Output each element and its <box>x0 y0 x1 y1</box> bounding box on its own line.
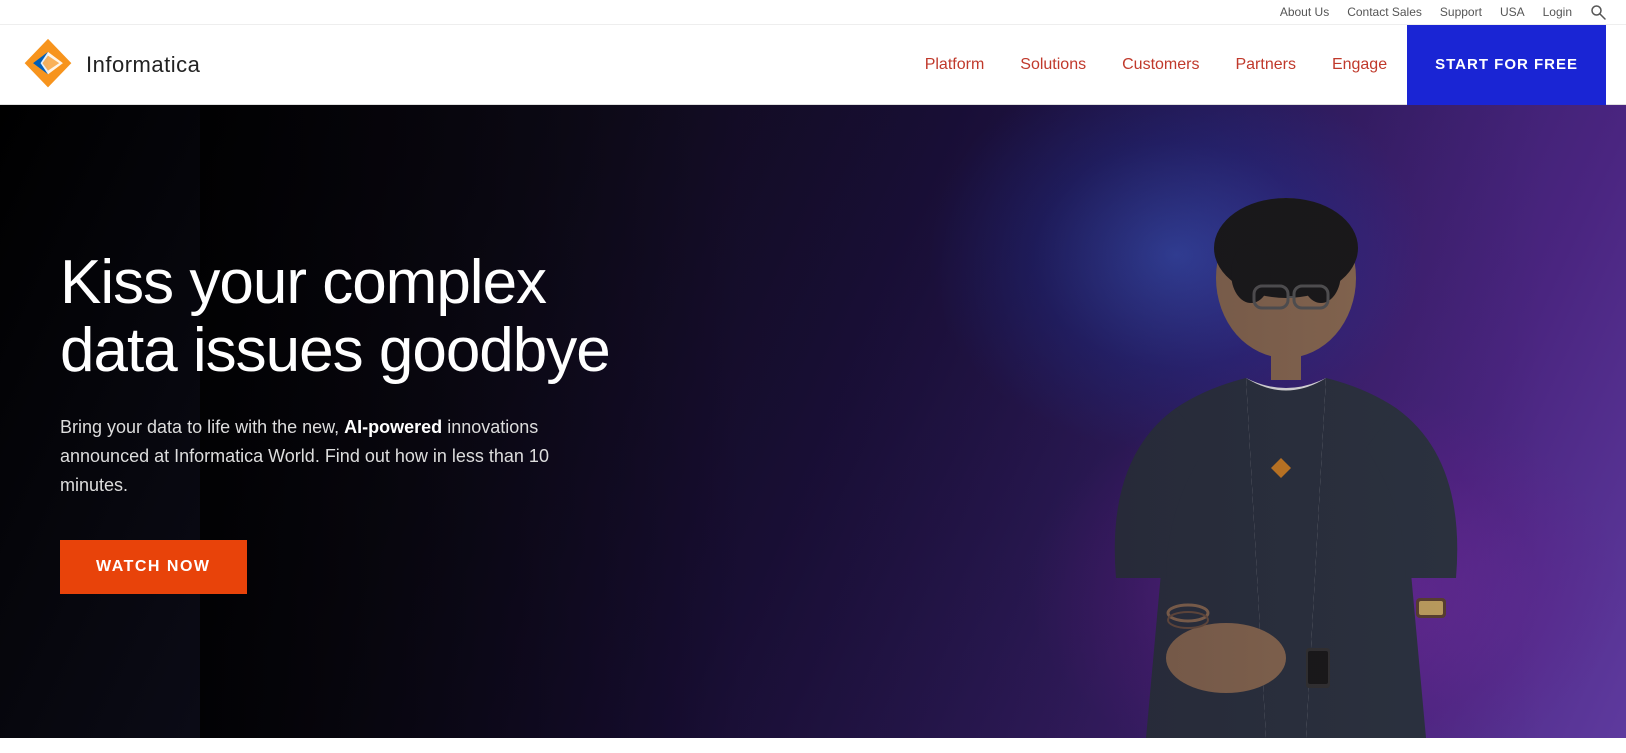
hero-headline: Kiss your complex data issues goodbye <box>60 249 610 385</box>
hero-person-image <box>1026 158 1546 738</box>
logo-area: Informatica <box>20 37 200 93</box>
support-link[interactable]: Support <box>1440 5 1482 19</box>
main-nav: Informatica Platform Solutions Customers… <box>0 25 1626 105</box>
hero-section: Kiss your complex data issues goodbye Br… <box>0 105 1626 738</box>
login-link[interactable]: Login <box>1543 5 1572 19</box>
nav-customers[interactable]: Customers <box>1122 56 1199 74</box>
about-us-link[interactable]: About Us <box>1280 5 1329 19</box>
hero-content: Kiss your complex data issues goodbye Br… <box>0 249 610 594</box>
nav-solutions[interactable]: Solutions <box>1020 56 1086 74</box>
utility-bar: About Us Contact Sales Support USA Login <box>0 0 1626 25</box>
start-for-free-button[interactable]: START FOR FREE <box>1407 25 1606 105</box>
hero-subtext-bold: AI-powered <box>344 417 442 437</box>
logo-text: Informatica <box>86 52 200 78</box>
watch-now-button[interactable]: WATCH NOW <box>60 540 247 594</box>
logo-icon <box>20 37 76 93</box>
nav-platform[interactable]: Platform <box>925 56 985 74</box>
search-icon[interactable] <box>1590 4 1606 20</box>
hero-subtext-prefix: Bring your data to life with the new, <box>60 417 344 437</box>
contact-sales-link[interactable]: Contact Sales <box>1347 5 1422 19</box>
nav-links: Platform Solutions Customers Partners En… <box>925 56 1387 74</box>
hero-subtext: Bring your data to life with the new, AI… <box>60 413 580 499</box>
nav-partners[interactable]: Partners <box>1235 56 1295 74</box>
region-link[interactable]: USA <box>1500 5 1525 19</box>
nav-engage[interactable]: Engage <box>1332 56 1387 74</box>
